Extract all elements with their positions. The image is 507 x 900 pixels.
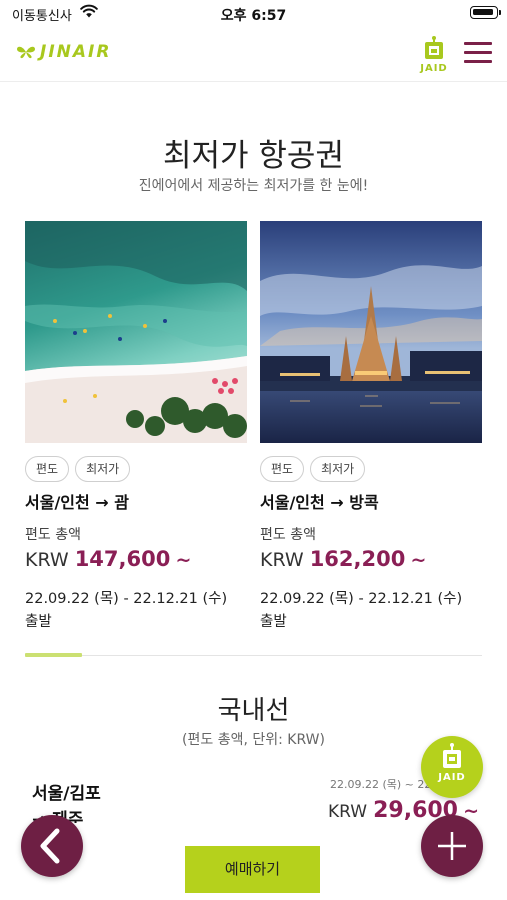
travel-period: 22.09.22 (목) - 22.12.21 (수): [260, 591, 463, 607]
status-bar: 이동통신사 오후 6:57: [0, 0, 507, 28]
chevron-left-icon: [40, 828, 60, 864]
app-header: JINAIR JAID: [0, 28, 507, 82]
currency-label: KRW: [260, 549, 304, 571]
robot-icon: [425, 36, 443, 59]
fare-card-bangkok[interactable]: 편도 최저가 서울/인천 → 방콕 편도 총액 KRW 162,200 ~ 22.…: [260, 221, 482, 630]
hamburger-menu-button[interactable]: [464, 42, 492, 64]
fare-label: 편도 총액: [25, 527, 81, 543]
price-row: KRW 147,600 ~: [25, 547, 191, 571]
price-value: 147,600: [74, 547, 171, 571]
route-label: 서울/인천 → 방콕: [260, 493, 379, 512]
jaid-chatbot-button[interactable]: JAID: [414, 36, 454, 78]
robot-icon: [443, 743, 461, 768]
tag-one-way: 편도: [260, 456, 305, 482]
domestic-route-origin[interactable]: 서울/김포: [32, 779, 101, 804]
carousel-indicator: [25, 653, 82, 657]
section-subtitle: 진에어에서 제공하는 최저가를 한 눈에!: [138, 178, 369, 194]
domestic-title: 국내선: [217, 696, 290, 726]
plus-icon: [438, 832, 466, 860]
fare-label: 편도 총액: [260, 527, 316, 543]
depart-label: 출발: [25, 614, 52, 630]
price-value: 162,200: [309, 547, 406, 571]
price-suffix: ~: [410, 549, 427, 571]
carousel-track[interactable]: [25, 655, 482, 656]
guam-beach-image: [25, 221, 247, 443]
tag-one-way: 편도: [25, 456, 70, 482]
jinair-logo[interactable]: JINAIR: [16, 42, 111, 62]
jaid-label: JAID: [438, 772, 466, 783]
depart-label: 출발: [260, 614, 287, 630]
route-label: 서울/인천 → 괌: [25, 493, 129, 512]
tag-lowest-price: 최저가: [310, 456, 366, 482]
travel-period: 22.09.22 (목) - 22.12.21 (수): [25, 591, 228, 607]
price-suffix: ~: [175, 549, 192, 571]
add-button[interactable]: [421, 815, 483, 877]
tag-lowest-price: 최저가: [75, 456, 131, 482]
book-button[interactable]: 예매하기: [185, 846, 320, 893]
section-title: 최저가 항공권: [163, 138, 344, 174]
currency-label: KRW: [328, 802, 368, 822]
tag-group: 편도 최저가: [25, 456, 131, 482]
jaid-label: JAID: [420, 63, 448, 74]
bangkok-temple-image: [260, 221, 482, 443]
battery-icon: [470, 6, 501, 19]
tag-group: 편도 최저가: [260, 456, 366, 482]
fare-card-guam[interactable]: 편도 최저가 서울/인천 → 괌 편도 총액 KRW 147,600 ~ 22.0…: [25, 221, 247, 630]
jaid-floating-button[interactable]: JAID: [421, 736, 483, 798]
logo-text: JINAIR: [40, 42, 112, 62]
price-row: KRW 162,200 ~: [260, 547, 426, 571]
back-button[interactable]: [21, 815, 83, 877]
butterfly-icon: [17, 46, 35, 59]
currency-label: KRW: [25, 549, 69, 571]
clock: 오후 6:57: [220, 8, 287, 24]
